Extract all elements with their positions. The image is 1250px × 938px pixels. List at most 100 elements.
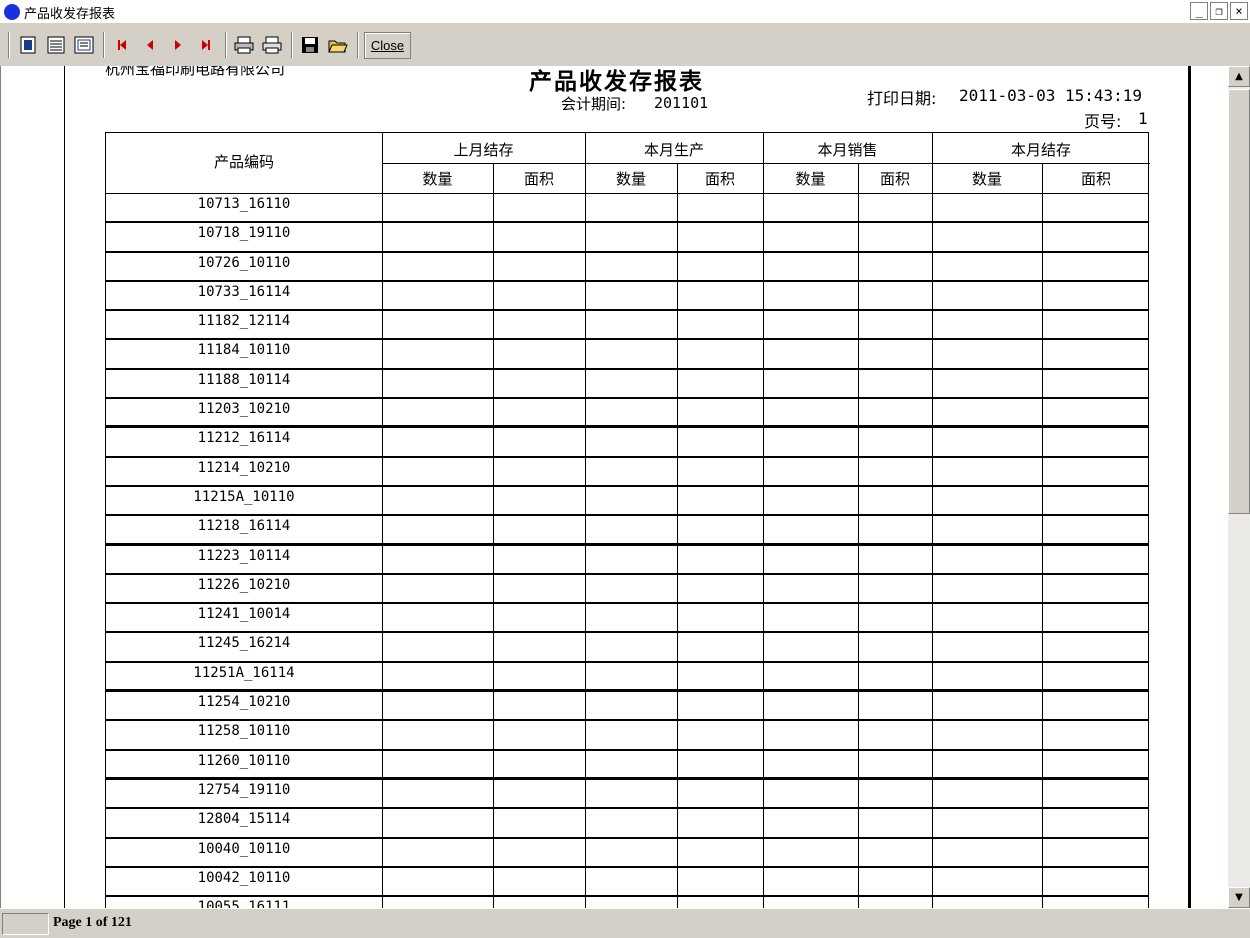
table-cell [1042,692,1043,720]
table-cell [677,223,678,251]
table-cell [932,721,933,749]
table-cell [932,662,933,690]
table-cell [932,457,933,485]
table-cell [932,281,933,310]
table-row: 12804_15114 [105,809,1149,839]
table-cell [858,867,859,896]
table-cell [493,223,494,251]
minimize-button[interactable]: _ [1190,2,1208,20]
table-cell [858,369,859,398]
toolbar-separator [8,32,10,58]
table-cell [932,194,933,222]
header-product-code: 产品编码 [213,153,274,171]
table-cell [677,897,678,908]
table-cell [677,574,678,603]
table-cell [1042,399,1043,426]
restore-button[interactable]: ❐ [1210,2,1228,20]
print-button[interactable] [261,34,283,56]
table-cell [932,252,933,280]
table-cell [763,486,764,515]
next-page-button[interactable] [167,34,189,56]
save-button[interactable] [299,34,321,56]
table-cell [382,721,383,749]
table-cell [763,369,764,398]
table-cell [1042,545,1043,573]
list-view-button[interactable] [45,34,67,56]
table-cell [585,692,586,720]
page-setup-button[interactable] [73,34,95,56]
table-cell [763,194,764,222]
table-cell [585,486,586,515]
table-cell [1042,750,1043,777]
table-cell [1042,486,1043,515]
table-row: 10726_10110 [105,252,1149,282]
title-bar: 产品收发存报表 _ ❐ × [0,0,1250,24]
table-cell [493,692,494,720]
table-cell [677,457,678,485]
table-cell [493,604,494,632]
table-cell [493,809,494,837]
table-cell [493,721,494,749]
page-view-button[interactable] [17,34,39,56]
table-cell [858,750,859,777]
table-cell [382,369,383,398]
table-cell [858,281,859,310]
table-row: 12754_19110 [105,779,1149,810]
table-cell [382,809,383,837]
table-cell [585,369,586,398]
table-cell [858,194,859,222]
table-cell [382,604,383,632]
table-cell [677,692,678,720]
table-cell [858,516,859,543]
first-page-button[interactable] [111,34,133,56]
table-cell [763,311,764,339]
prev-page-button[interactable] [139,34,161,56]
product-code-cell: 11260_10110 [197,752,291,769]
table-cell [585,897,586,908]
table-cell [677,340,678,368]
table-cell [763,867,764,896]
table-cell [763,779,764,808]
table-cell [493,340,494,368]
table-row: 10055_16111 [105,897,1149,908]
last-page-button[interactable] [195,34,217,56]
header-group: 本月生产 [643,141,704,159]
print-setup-button[interactable] [233,34,255,56]
product-code-cell: 11223_10114 [197,547,291,564]
table-cell [858,633,859,661]
table-cell [382,867,383,896]
table-cell [382,692,383,720]
table-cell [932,897,933,908]
table-cell [493,428,494,456]
table-cell [763,545,764,573]
table-cell [932,545,933,573]
table-cell [677,867,678,896]
table-cell [763,457,764,485]
table-cell [585,252,586,280]
scroll-up-button[interactable]: ▲ [1228,66,1250,87]
close-preview-button[interactable]: Close [364,32,411,59]
window-controls: _ ❐ × [1190,2,1248,20]
table-row: 11254_10210 [105,692,1149,722]
table-cell [858,809,859,837]
table-row: 11218_16114 [105,516,1149,546]
table-cell [585,428,586,456]
open-button[interactable] [327,34,349,56]
scroll-down-button[interactable]: ▼ [1228,887,1250,908]
table-cell [382,633,383,661]
scroll-thumb[interactable] [1228,89,1250,514]
table-cell [382,340,383,368]
vertical-scrollbar[interactable]: ▲ ▼ [1228,66,1250,908]
table-cell [585,721,586,749]
product-code-cell: 11182_12114 [197,313,291,330]
table-body: 10713_16110 10718_19110 10726_10110 10733_1… [105,194,1149,908]
close-window-button[interactable]: × [1230,2,1248,20]
table-row: 11251A_16114 [105,662,1149,693]
table-cell [493,399,494,426]
table-cell [763,604,764,632]
table-cell [1042,223,1043,251]
header-qty: 数量 [615,170,646,188]
table-cell [1042,574,1043,603]
page-edge-right [1188,66,1191,908]
table-header: 产品编码 上月结存 本月生产 本月销售 本月结存 数量 面积 数量 面积 数量 … [105,132,1150,195]
